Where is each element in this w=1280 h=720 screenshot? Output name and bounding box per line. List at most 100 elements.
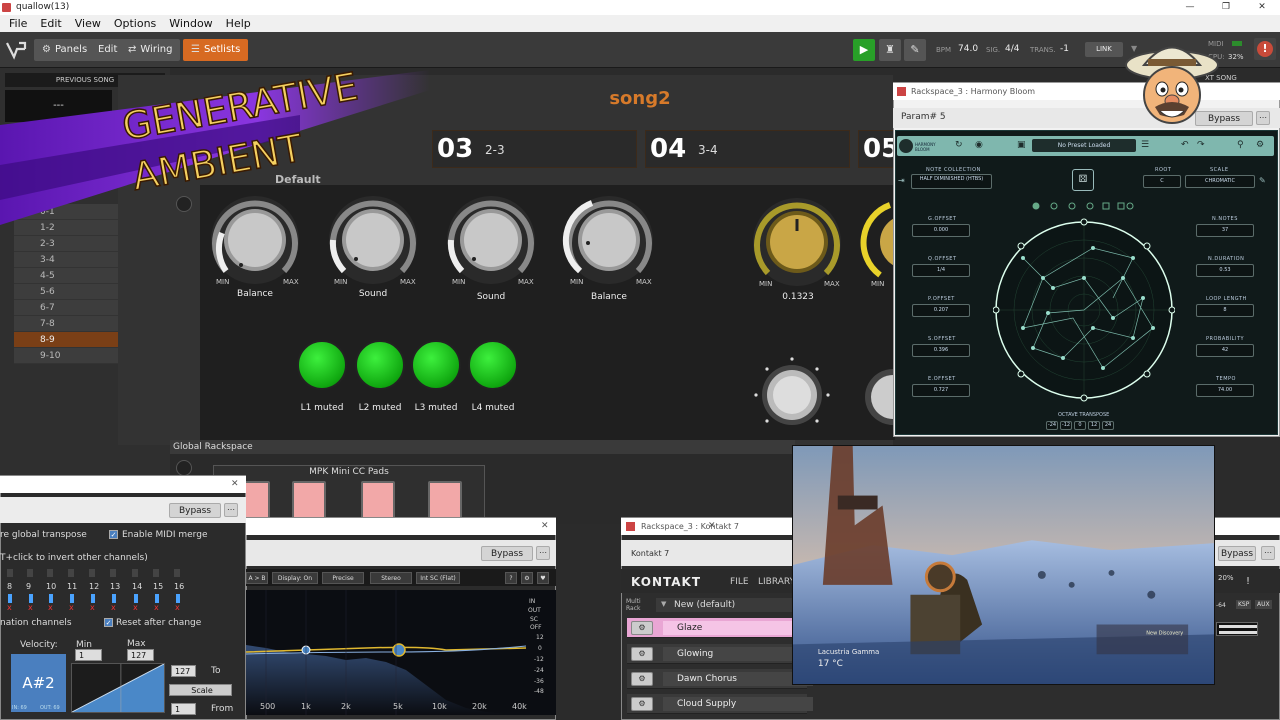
circular-sequencer[interactable] — [993, 218, 1175, 403]
menu-edit[interactable]: Edit — [35, 15, 69, 32]
setlists-button[interactable]: ☰ Setlists — [183, 39, 249, 61]
instrument-row[interactable]: ⚙ Glaze — [627, 618, 813, 638]
note-collection-select[interactable]: HALF DIMINISHED (HTBS) — [911, 174, 992, 189]
octave-zero[interactable]: 0 — [1074, 421, 1086, 430]
probability-field[interactable]: 42 — [1196, 344, 1254, 357]
song-part-05[interactable]: 05 — [858, 130, 899, 168]
close-icon[interactable]: ✕ — [1244, 0, 1280, 15]
play-button[interactable]: ▶ — [853, 39, 875, 61]
gold-knob-2[interactable] — [860, 195, 893, 289]
menu-help[interactable]: Help — [221, 15, 259, 32]
tempo-field[interactable]: 74.00 — [1196, 384, 1254, 397]
song-part-04[interactable]: 04 3-4 — [645, 130, 850, 168]
eye-icon[interactable]: ◉ — [975, 140, 983, 150]
link-icon[interactable]: ⚲ — [1237, 140, 1244, 150]
redo-icon[interactable]: ↷ — [1197, 140, 1205, 150]
p-offset-field[interactable]: 0.207 — [912, 304, 970, 317]
refresh-icon[interactable]: ↻ — [955, 140, 963, 150]
instrument-row[interactable]: ⚙ Cloud Supply — [627, 694, 813, 714]
menu-window[interactable]: Window — [164, 15, 220, 32]
n-duration-field[interactable]: 0.53 — [1196, 264, 1254, 277]
close-icon[interactable]: ✕ — [541, 521, 549, 531]
enable-merge-checkbox[interactable]: ✓ — [109, 530, 118, 539]
mode-dots[interactable] — [1030, 200, 1140, 212]
instrument-settings-icon[interactable]: ⚙ — [631, 621, 653, 635]
kontakt-bypass-button[interactable]: Bypass — [1218, 546, 1256, 561]
preset-selector[interactable]: No Preset Loaded — [1032, 139, 1136, 152]
s-offset-field[interactable]: 0.396 — [912, 344, 970, 357]
wiring-button[interactable]: ⇄ Wiring — [120, 39, 181, 61]
l1-mute-button[interactable] — [297, 340, 347, 390]
metronome-button[interactable]: ♜ — [879, 39, 901, 61]
more-icon[interactable]: ⋯ — [1256, 111, 1270, 125]
octave-plus-12[interactable]: 12 — [1088, 421, 1100, 430]
g-offset-field[interactable]: 0.000 — [912, 224, 970, 237]
sound-knob-2[interactable] — [444, 193, 538, 287]
eq-bypass-button[interactable]: Bypass — [481, 546, 533, 561]
stereo-button[interactable]: Stereo — [370, 572, 412, 584]
silver-knob-2[interactable] — [860, 360, 893, 435]
e-offset-field[interactable]: 0.727 — [912, 384, 970, 397]
balance-knob-2[interactable] — [562, 193, 656, 287]
chevron-down-icon[interactable]: ▼ — [661, 600, 666, 608]
more-icon[interactable]: ⋯ — [1261, 546, 1275, 560]
scale-dropdown[interactable]: Scale — [169, 684, 232, 696]
tools-button[interactable]: ✎ — [904, 39, 926, 61]
trans-value[interactable]: -1 — [1060, 44, 1069, 54]
pad-4[interactable] — [428, 481, 462, 519]
gear-icon[interactable]: ⚙ — [521, 572, 533, 584]
l2-mute-button[interactable] — [355, 340, 405, 390]
global-round-button[interactable] — [176, 460, 192, 476]
menu-view[interactable]: View — [70, 15, 109, 32]
pad-2[interactable] — [292, 481, 326, 519]
ab-button[interactable]: A > B — [246, 572, 268, 584]
scale-select[interactable]: CHROMATIC — [1185, 175, 1255, 188]
close-icon[interactable]: ✕ — [708, 521, 716, 531]
q-offset-field[interactable]: 1/4 — [912, 264, 970, 277]
to-value-field[interactable]: 127 — [171, 665, 196, 677]
minimize-icon[interactable]: — — [1172, 0, 1208, 15]
panels-button[interactable]: ⚙ Panels — [34, 39, 96, 61]
restore-icon[interactable]: ❐ — [1208, 0, 1244, 15]
bpm-value[interactable]: 74.0 — [958, 44, 978, 54]
l4-mute-button[interactable] — [468, 340, 518, 390]
more-icon[interactable]: ⋯ — [536, 546, 550, 560]
kontakt-file-menu[interactable]: FILE — [730, 577, 749, 587]
instrument-row[interactable]: ⚙ Glowing — [627, 644, 813, 664]
pad-3[interactable] — [361, 481, 395, 519]
midi-bypass-button[interactable]: Bypass — [169, 503, 221, 518]
help-button[interactable]: ? — [505, 572, 517, 584]
menu-options[interactable]: Options — [109, 15, 164, 32]
sig-value[interactable]: 4/4 — [1005, 44, 1019, 54]
multi-name-field[interactable]: New (default) — [656, 598, 796, 612]
more-icon[interactable]: ⋯ — [224, 503, 238, 517]
settings-icon[interactable]: ⚙ — [1256, 140, 1264, 150]
panic-button[interactable]: ! — [1254, 38, 1276, 60]
sidechain-button[interactable]: Int SC (Flat) — [416, 572, 460, 584]
velocity-curve-graph[interactable] — [71, 663, 165, 713]
precise-button[interactable]: Precise — [322, 572, 364, 584]
octave-minus-12[interactable]: -12 — [1060, 421, 1072, 430]
root-select[interactable]: C — [1143, 175, 1181, 188]
silver-knob[interactable] — [752, 355, 832, 435]
menu-icon[interactable]: ☰ — [1141, 140, 1149, 150]
save-icon[interactable]: ▣ — [1017, 140, 1026, 150]
reset-after-checkbox[interactable]: ✓ — [104, 618, 113, 627]
from-value-field[interactable]: 1 — [171, 703, 196, 715]
song-part-03[interactable]: 03 2-3 — [432, 130, 637, 168]
link-button[interactable]: LINK — [1085, 42, 1123, 57]
menu-file[interactable]: File — [4, 15, 35, 32]
instrument-settings-icon[interactable]: ⚙ — [631, 647, 653, 661]
octave-minus-24[interactable]: -24 — [1046, 421, 1058, 430]
instrument-row[interactable]: ⚙ Dawn Chorus — [627, 669, 813, 689]
kontakt-library-menu[interactable]: LIBRARY — [758, 577, 795, 587]
dice-randomize-icon[interactable]: ⚄ — [1072, 169, 1094, 191]
aux-button[interactable]: AUX — [1255, 600, 1272, 609]
loop-length-field[interactable]: 8 — [1196, 304, 1254, 317]
ksp-button[interactable]: KSP — [1236, 600, 1252, 609]
pencil-icon[interactable]: ✎ — [1259, 176, 1266, 185]
velocity-max-field[interactable]: 127 — [127, 649, 154, 661]
l3-mute-button[interactable] — [411, 340, 461, 390]
global-rackspace-bar[interactable]: Global Rackspace — [170, 440, 795, 454]
instrument-settings-icon[interactable]: ⚙ — [631, 697, 653, 711]
